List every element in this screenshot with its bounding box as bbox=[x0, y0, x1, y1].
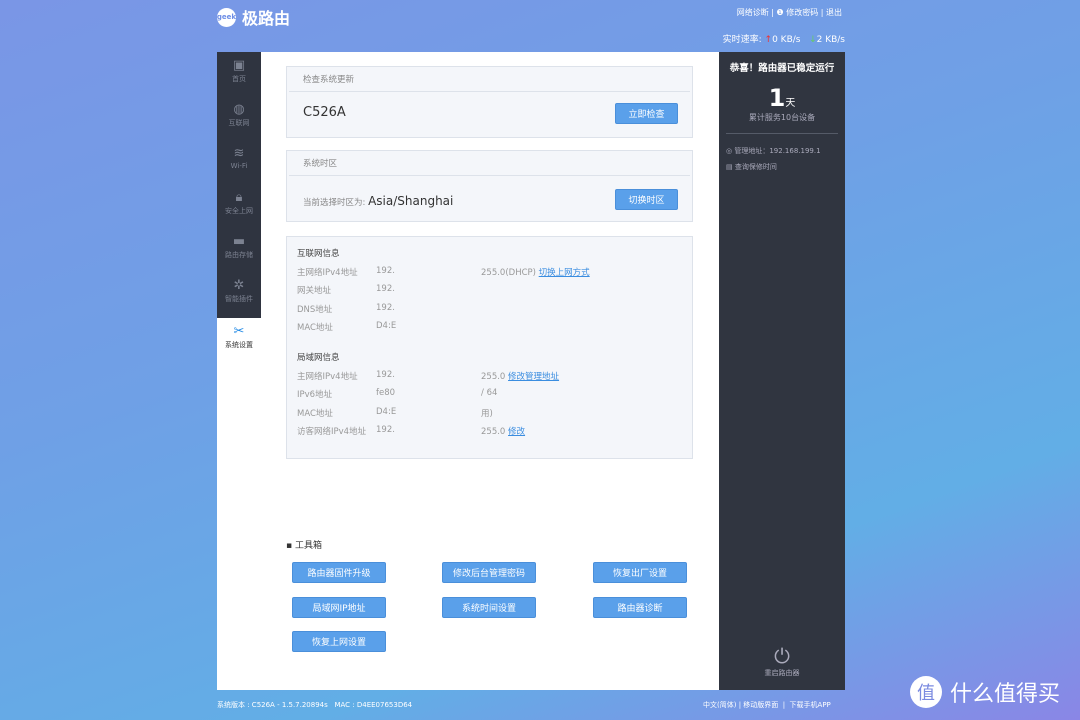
info-row: 主网络IPv4地址 192. 255.0 修改管理地址 bbox=[297, 370, 560, 382]
toolbox-button-1[interactable]: 修改后台管理密码 bbox=[442, 562, 536, 583]
info-row: MAC地址 D4:E bbox=[297, 320, 397, 333]
brand-logo[interactable]: geek 极路由 bbox=[217, 5, 290, 29]
upload-arrow-icon: ↑ bbox=[764, 35, 773, 45]
sidebar-item-3[interactable]: 🔒︎ 安全上网 bbox=[217, 184, 261, 228]
reboot-button[interactable]: ⏻ 重启路由器 bbox=[719, 644, 845, 678]
toolbox-heading: ▪ 工具箱 bbox=[286, 541, 322, 551]
timezone-label: 当前选择时区为: Asia/Shanghai bbox=[303, 194, 454, 208]
footer-links: 中文(简体) | 移动版界面 | 下载手机APP bbox=[703, 701, 831, 709]
check-update-button[interactable]: 立即检查 bbox=[615, 103, 678, 124]
toolbox-button-4[interactable]: 系统时间设置 bbox=[442, 597, 536, 618]
info-row: 网关地址 192. bbox=[297, 284, 395, 297]
sidebar-item-label: 系统设置 bbox=[225, 341, 253, 349]
status-headline: 恭喜！路由器已稳定运行 bbox=[729, 63, 835, 74]
model-name: C526A bbox=[303, 105, 346, 120]
info-row: MAC地址 D4:E 用) bbox=[297, 406, 493, 419]
lock-icon: 🔒︎ bbox=[235, 190, 243, 205]
mobile-link[interactable]: 移动版界面 bbox=[743, 701, 778, 709]
toolbox-button-2[interactable]: 恢复出厂设置 bbox=[593, 562, 687, 583]
internet-section-title: 互联网信息 bbox=[297, 249, 340, 259]
row-link[interactable]: 修改管理地址 bbox=[508, 372, 559, 382]
wrench-icon: ✂ bbox=[233, 324, 245, 339]
toolbox-button-0[interactable]: 路由器固件升级 bbox=[292, 562, 386, 583]
sidebar-item-0[interactable]: ▣ 首页 bbox=[217, 52, 261, 96]
sidebar-item-1[interactable]: ◍ 互联网 bbox=[217, 96, 261, 140]
monitor-icon: ▣ bbox=[232, 58, 246, 73]
footer-version: 系统版本 : C526A - 1.5.7.20894s MAC : D4EE07… bbox=[217, 701, 413, 709]
info-row: 访客网络IPv4地址 192. 255.0 修改 bbox=[297, 424, 526, 437]
sidebar-item-4[interactable]: ▬ 路由存储 bbox=[217, 228, 261, 272]
timezone-title: 系统时区 bbox=[289, 151, 690, 176]
update-card: 检查系统更新 C526A 立即检查 bbox=[286, 66, 693, 138]
plugin-icon: ✲ bbox=[233, 278, 245, 293]
timezone-card: 系统时区 当前选择时区为: Asia/Shanghai 切换时区 bbox=[286, 150, 693, 222]
folder-icon: ▬ bbox=[232, 234, 246, 249]
uptime: 1天 bbox=[768, 84, 796, 112]
toolbox-icon: ▪ bbox=[286, 541, 293, 551]
sidebar-item-label: 路由存储 bbox=[225, 251, 253, 259]
brand-name: 极路由 bbox=[242, 9, 291, 28]
row-link[interactable]: 切换上网方式 bbox=[539, 268, 590, 278]
logo-icon: geek bbox=[217, 7, 236, 27]
toolbox-button-5[interactable]: 路由器诊断 bbox=[593, 597, 687, 618]
status-panel: 恭喜！路由器已稳定运行 1天 累计服务10台设备 ◎ 管理地址：192.168.… bbox=[719, 52, 845, 690]
network-diagnose-link[interactable]: 网络诊断 bbox=[737, 8, 769, 17]
update-title: 检查系统更新 bbox=[289, 67, 690, 92]
timezone-value: Asia/Shanghai bbox=[368, 194, 454, 208]
watermark-icon: 值 bbox=[910, 676, 942, 708]
language-link[interactable]: 中文(简体) bbox=[703, 701, 736, 709]
power-icon: ⏻ bbox=[774, 644, 790, 668]
info-icon: ❶ bbox=[776, 8, 784, 17]
sidebar-item-label: 安全上网 bbox=[225, 207, 253, 215]
location-icon: ◎ bbox=[726, 147, 733, 155]
realtime-speed: 实时速率: ↑0 KB/s ↓2 KB/s bbox=[722, 35, 845, 45]
network-info-card: 互联网信息主网络IPv4地址 192. 255.0(DHCP) 切换上网方式 网关地址… bbox=[286, 236, 693, 459]
admin-address: ◎ 管理地址：192.168.199.1 bbox=[726, 147, 821, 155]
switch-timezone-button[interactable]: 切换时区 bbox=[615, 189, 678, 210]
sidebar-item-label: 首页 bbox=[232, 75, 246, 83]
logout-link[interactable]: 退出 bbox=[826, 8, 842, 17]
served-devices: 累计服务10台设备 bbox=[748, 113, 816, 122]
sidebar-item-2[interactable]: ≋ Wi-Fi bbox=[217, 140, 261, 184]
info-row: DNS地址 192. bbox=[297, 302, 395, 315]
sidebar-item-label: Wi-Fi bbox=[230, 162, 248, 170]
watermark: 值什么值得买 bbox=[910, 676, 1060, 708]
download-arrow-icon: ↓ bbox=[809, 35, 817, 45]
wifi-icon: ≋ bbox=[233, 146, 245, 161]
change-password-link[interactable]: 修改密码 bbox=[786, 8, 818, 17]
lan-section-title: 局域网信息 bbox=[297, 353, 340, 363]
sidebar-item-label: 互联网 bbox=[228, 119, 250, 127]
globe-icon: ◍ bbox=[233, 102, 245, 117]
sidebar-item-label: 智能插件 bbox=[225, 295, 253, 303]
sidebar-item-6[interactable]: ✂ 系统设置 bbox=[217, 318, 261, 362]
info-row: 主网络IPv4地址 192. 255.0(DHCP) 切换上网方式 bbox=[297, 266, 590, 278]
toolbox-button-6[interactable]: 恢复上网设置 bbox=[292, 631, 386, 652]
warranty-link[interactable]: ▤ 查询保修时间 bbox=[726, 162, 845, 172]
app-download-link[interactable]: 下载手机APP bbox=[790, 701, 831, 709]
row-link[interactable]: 修改 bbox=[508, 427, 525, 437]
top-links: 网络诊断 | ❶ 修改密码 | 退出 bbox=[736, 8, 842, 17]
toolbox-button-3[interactable]: 局域网IP地址 bbox=[292, 597, 386, 618]
info-row: IPv6地址 fe80/ 64 bbox=[297, 388, 498, 401]
sidebar-item-5[interactable]: ✲ 智能插件 bbox=[217, 272, 261, 316]
calendar-icon: ▤ bbox=[726, 163, 733, 171]
